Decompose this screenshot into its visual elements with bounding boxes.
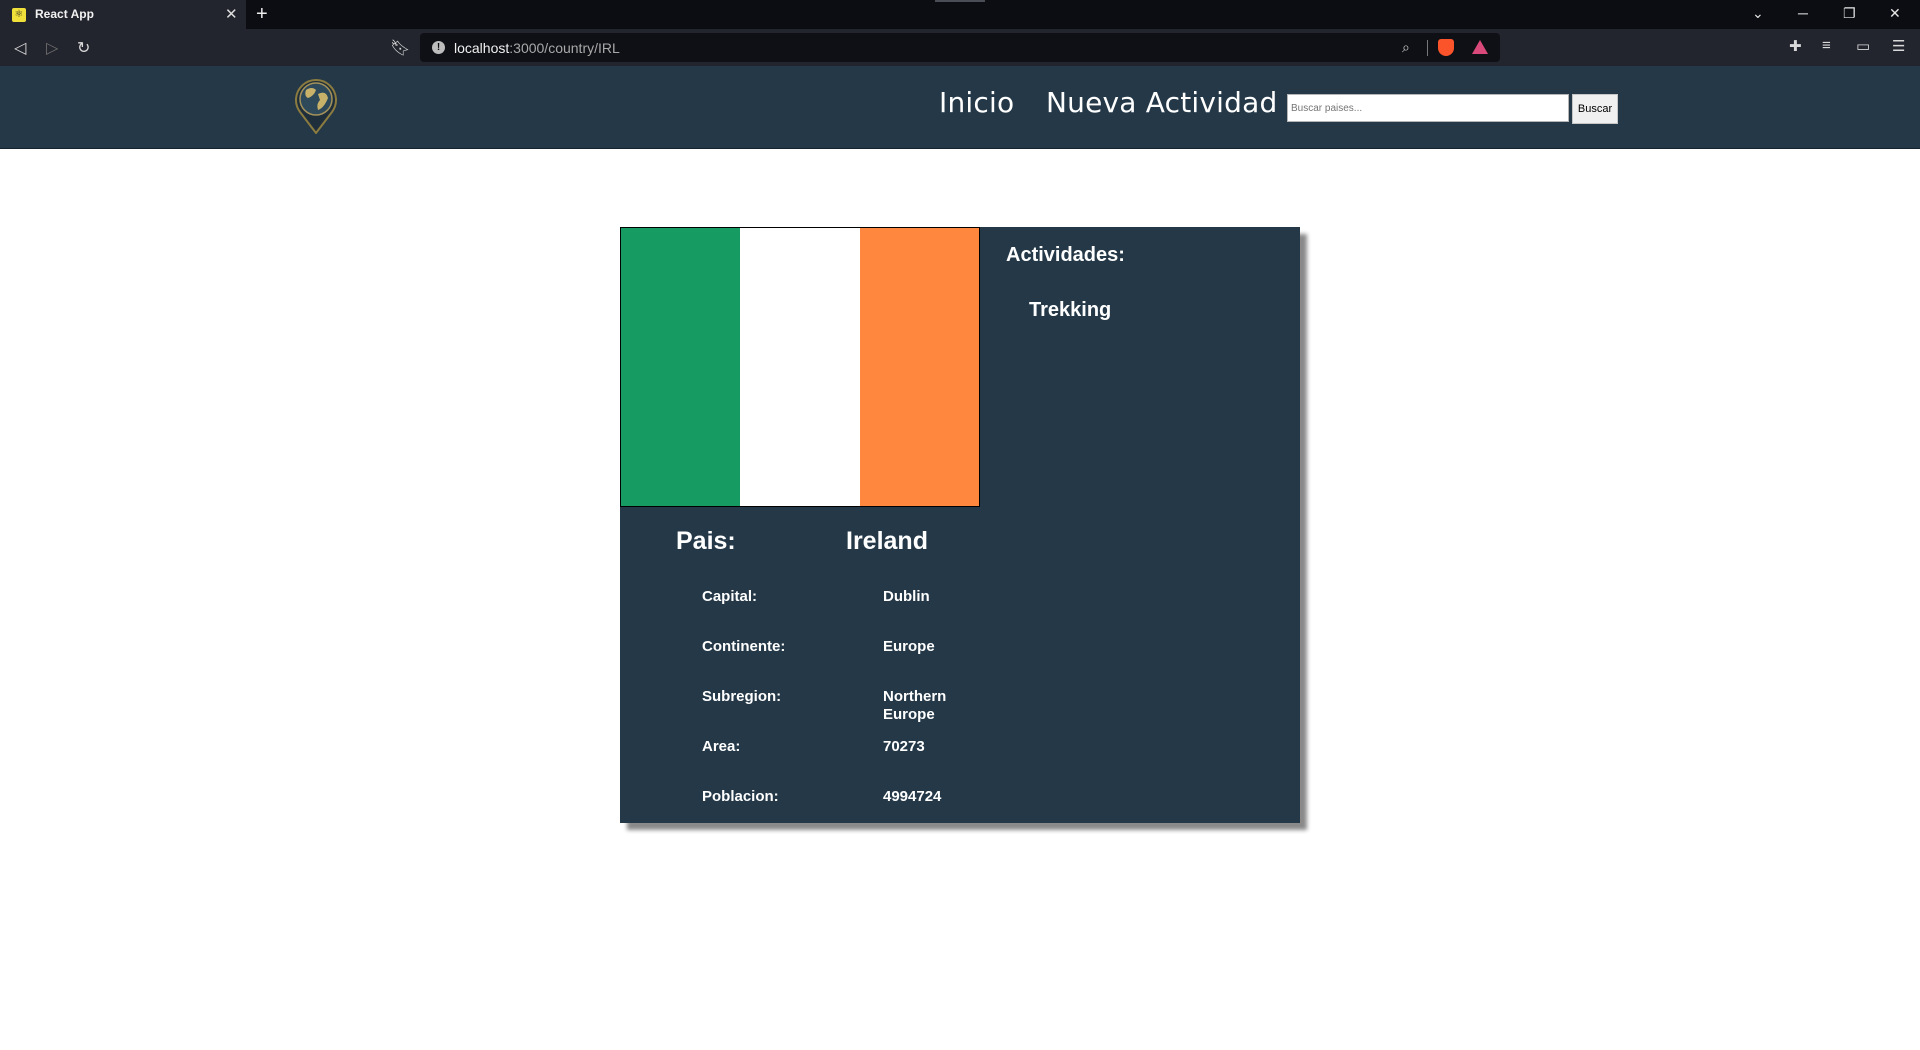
bookmark-icon[interactable]: 🔖︎ <box>390 38 410 58</box>
url-host: localhost <box>454 40 510 56</box>
url-text[interactable]: localhost:3000/country/IRL <box>454 40 620 56</box>
reload-icon[interactable]: ↻ <box>77 38 90 58</box>
capital-label: Capital: <box>702 588 758 605</box>
continent-label: Continente: <box>702 638 786 655</box>
close-tab-icon[interactable]: ✕ <box>225 5 238 23</box>
subregion-label: Subregion: <box>702 688 782 705</box>
nav-link-nueva-actividad[interactable]: Nueva Actividad <box>1046 86 1277 119</box>
browser-tab-bar: ⚛ React App ✕ + ⌄ ─ ❐ ✕ <box>0 0 1920 29</box>
area-value: 70273 <box>883 738 925 755</box>
country-name-label: Pais: <box>676 527 736 555</box>
brave-shields-icon[interactable] <box>1438 39 1454 56</box>
close-window-icon[interactable]: ✕ <box>1889 5 1901 22</box>
zoom-icon[interactable]: ⌕ <box>1402 39 1410 56</box>
tab-list-chevron-icon[interactable]: ⌄ <box>1752 5 1764 22</box>
capital-value: Dublin <box>883 588 930 605</box>
wallet-icon[interactable]: ▭ <box>1856 37 1870 55</box>
brave-rewards-icon[interactable] <box>1472 40 1488 54</box>
country-name: Ireland <box>846 527 928 555</box>
browser-tab[interactable]: ⚛ React App ✕ <box>0 0 246 29</box>
menu-icon[interactable]: ☰ <box>1892 37 1905 55</box>
forward-icon[interactable]: ▷ <box>46 38 58 58</box>
country-flag <box>620 227 980 507</box>
react-favicon-icon: ⚛ <box>12 8 26 22</box>
search-button[interactable]: Buscar <box>1572 94 1618 124</box>
flag-stripe-white <box>740 228 860 506</box>
search-input[interactable] <box>1287 94 1569 122</box>
country-detail-card: Pais: Ireland Capital: Dublin Continente… <box>620 227 1300 823</box>
minimize-icon[interactable]: ─ <box>1798 5 1808 21</box>
activity-item[interactable]: Trekking <box>1029 299 1111 322</box>
extensions-icon[interactable]: ✚ <box>1789 37 1802 55</box>
flag-stripe-orange <box>859 228 979 506</box>
tab-title: React App <box>35 7 94 21</box>
area-label: Area: <box>702 738 741 755</box>
globe-pin-icon[interactable] <box>294 78 338 134</box>
browser-toolbar: ◁ ▷ ↻ 🔖︎ ! localhost:3000/country/IRL ⌕ … <box>0 29 1920 66</box>
restore-icon[interactable]: ❐ <box>1843 5 1856 22</box>
activities-title: Actividades: <box>1006 244 1125 266</box>
drag-indicator <box>935 0 985 2</box>
population-value: 4994724 <box>883 788 942 805</box>
site-info-icon[interactable]: ! <box>432 41 445 54</box>
url-path: :3000/country/IRL <box>509 40 620 56</box>
population-label: Poblacion: <box>702 788 779 805</box>
new-tab-icon[interactable]: + <box>256 3 268 26</box>
playlist-icon[interactable]: ≡ <box>1822 37 1831 54</box>
app-navbar: Inicio Nueva Actividad Buscar <box>0 66 1920 149</box>
subregion-value: Northern Europe <box>883 688 947 723</box>
continent-value: Europe <box>883 638 935 655</box>
flag-stripe-green <box>621 228 741 506</box>
address-bar[interactable]: ! localhost:3000/country/IRL ⌕ <box>420 33 1500 62</box>
url-separator <box>1427 40 1428 56</box>
nav-link-inicio[interactable]: Inicio <box>939 86 1014 119</box>
back-icon[interactable]: ◁ <box>14 38 26 58</box>
